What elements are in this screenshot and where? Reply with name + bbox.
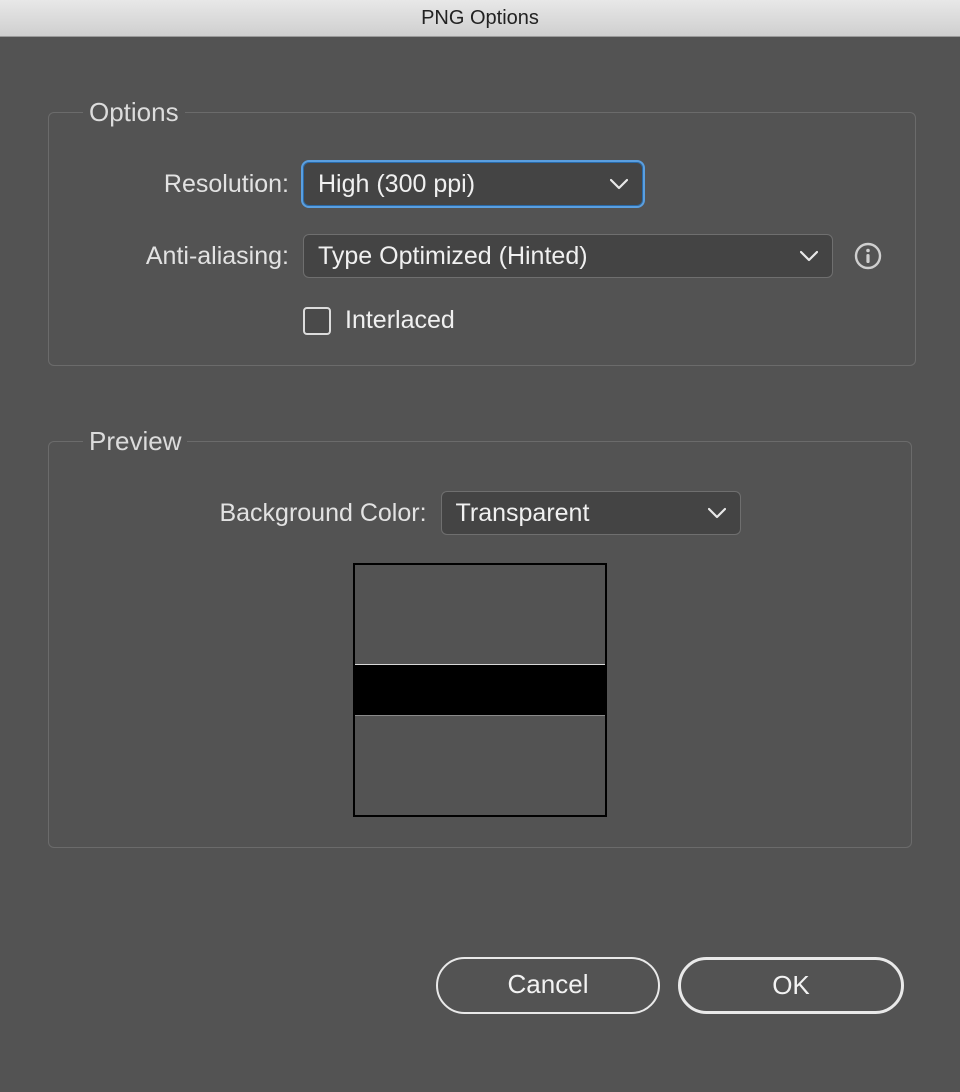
png-options-dialog: PNG Options Options Resolution: High (30… — [0, 0, 960, 1092]
chevron-down-icon — [610, 178, 628, 190]
chevron-down-icon — [800, 250, 818, 262]
dialog-title: PNG Options — [421, 7, 539, 29]
anti-aliasing-label: Anti-aliasing: — [79, 242, 303, 271]
background-color-value: Transparent — [456, 499, 590, 528]
dialog-titlebar: PNG Options — [0, 0, 960, 37]
options-group: Options Resolution: High (300 ppi) Anti-… — [48, 97, 916, 366]
background-color-select[interactable]: Transparent — [441, 491, 741, 535]
anti-aliasing-row: Anti-aliasing: Type Optimized (Hinted) — [79, 234, 885, 278]
background-color-row: Background Color: Transparent — [79, 491, 881, 535]
resolution-value: High (300 ppi) — [318, 170, 475, 199]
preview-swatch-band — [355, 664, 605, 716]
resolution-select[interactable]: High (300 ppi) — [303, 162, 643, 206]
chevron-down-icon — [708, 507, 726, 519]
background-color-label: Background Color: — [219, 499, 426, 528]
interlaced-label: Interlaced — [345, 306, 455, 335]
info-icon[interactable] — [851, 239, 885, 273]
preview-swatch-container — [79, 563, 881, 817]
preview-legend: Preview — [83, 426, 187, 457]
anti-aliasing-value: Type Optimized (Hinted) — [318, 242, 588, 271]
options-legend: Options — [83, 97, 185, 128]
resolution-label: Resolution: — [79, 170, 303, 199]
interlaced-checkbox[interactable] — [303, 307, 331, 335]
preview-group: Preview Background Color: Transparent — [48, 426, 912, 848]
anti-aliasing-select[interactable]: Type Optimized (Hinted) — [303, 234, 833, 278]
ok-button[interactable]: OK — [678, 957, 904, 1014]
interlaced-row: Interlaced — [79, 306, 885, 335]
resolution-row: Resolution: High (300 ppi) — [79, 162, 885, 206]
cancel-button[interactable]: Cancel — [436, 957, 660, 1014]
dialog-buttons: Cancel OK — [436, 957, 904, 1014]
preview-swatch — [353, 563, 607, 817]
dialog-body: Options Resolution: High (300 ppi) Anti-… — [0, 37, 960, 938]
